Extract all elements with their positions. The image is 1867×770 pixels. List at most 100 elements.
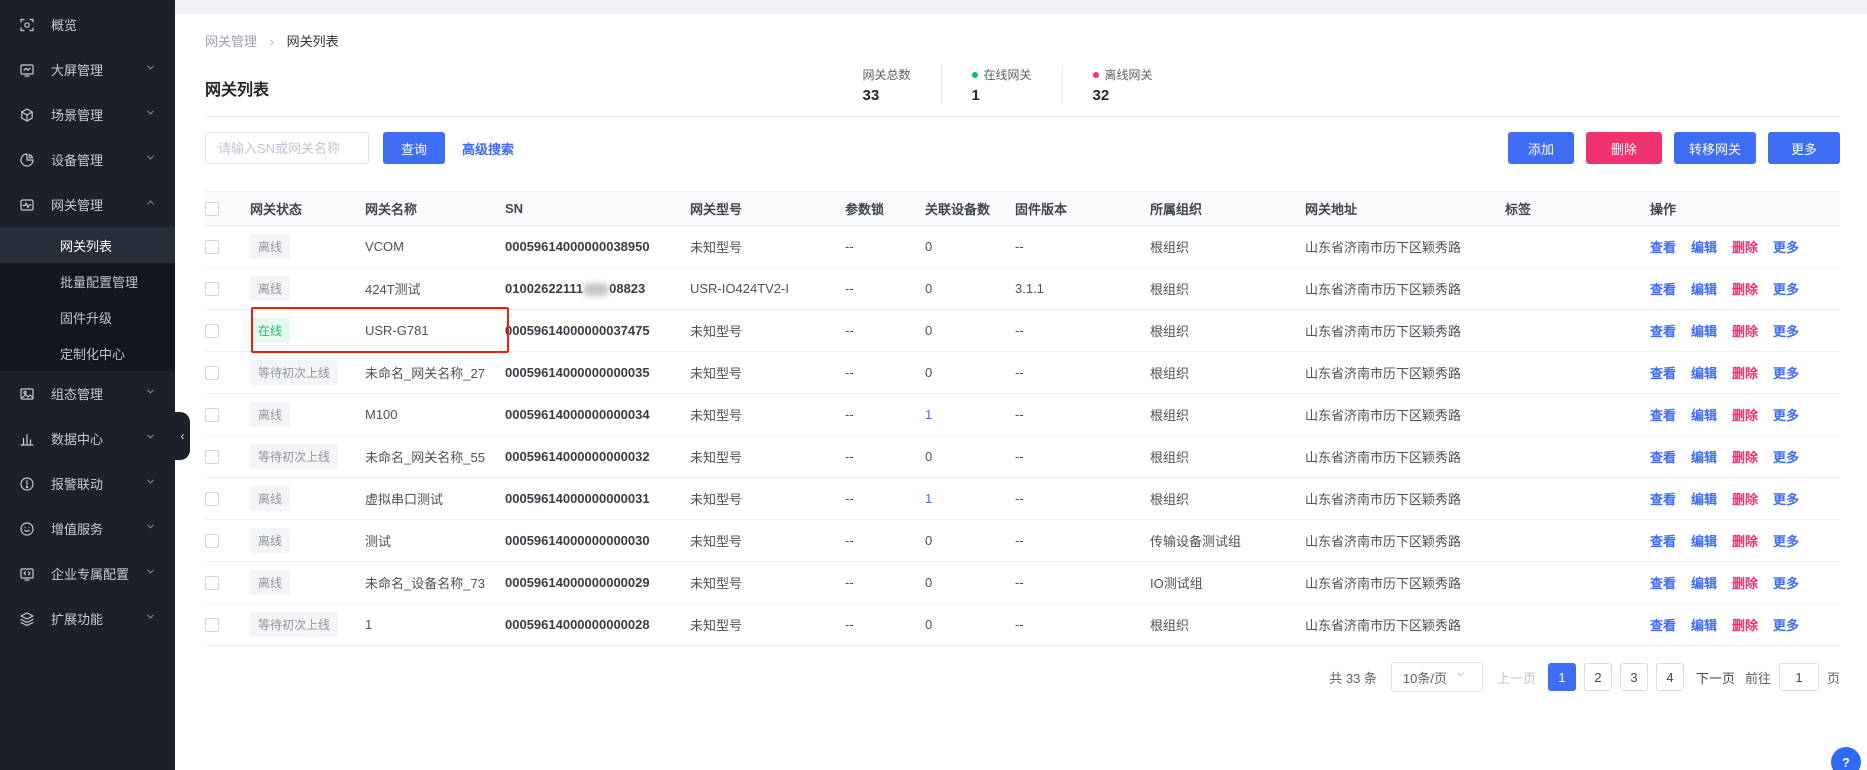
sidebar-item-value-added-service[interactable]: 增值服务 [0,506,175,551]
page-button-3[interactable]: 3 [1620,663,1648,691]
select-all-checkbox[interactable] [205,202,219,216]
breadcrumb-parent[interactable]: 网关管理 [205,34,257,49]
delete-link[interactable]: 删除 [1732,450,1758,465]
delete-link[interactable]: 删除 [1732,366,1758,381]
edit-link[interactable]: 编辑 [1691,366,1717,381]
view-link[interactable]: 查看 [1650,576,1676,591]
advanced-search-link[interactable]: 高级搜索 [462,139,514,158]
row-checkbox[interactable] [205,492,219,506]
add-button[interactable]: 添加 [1508,132,1574,164]
edit-link[interactable]: 编辑 [1691,282,1717,297]
row-checkbox[interactable] [205,282,219,296]
delete-link[interactable]: 删除 [1732,408,1758,423]
row-checkbox[interactable] [205,618,219,632]
sidebar-item-device-management[interactable]: 设备管理 [0,137,175,182]
sidebar-item-overview[interactable]: 概览 [0,2,175,47]
cell-model: 未知型号 [690,604,845,646]
cell-device-count: 1 [925,394,1015,436]
prev-page-button[interactable]: 上一页 [1497,668,1536,687]
delete-link[interactable]: 删除 [1732,282,1758,297]
cell-sn: 00059614000000000030 [505,520,690,562]
view-link[interactable]: 查看 [1650,240,1676,255]
row-checkbox[interactable] [205,534,219,548]
sidebar-item-enterprise-config[interactable]: 企业专属配置 [0,551,175,596]
sidebar-item-topology-management[interactable]: 组态管理 [0,371,175,416]
sidebar-item-extended-functions[interactable]: 扩展功能 [0,596,175,641]
edit-link[interactable]: 编辑 [1691,576,1717,591]
delete-link[interactable]: 删除 [1732,534,1758,549]
cell-checkbox [205,268,250,310]
delete-link[interactable]: 删除 [1732,492,1758,507]
cell-param-lock: -- [845,226,925,268]
more-link[interactable]: 更多 [1773,576,1799,591]
row-checkbox[interactable] [205,450,219,464]
chevron-down-icon [1455,669,1471,685]
help-float-button[interactable]: ? [1831,747,1861,770]
edit-link[interactable]: 编辑 [1691,408,1717,423]
goto-page-input[interactable] [1779,663,1819,691]
cell-param-lock: -- [845,520,925,562]
more-button[interactable]: 更多 [1768,132,1840,164]
cell-device-count: 0 [925,226,1015,268]
page-button-1[interactable]: 1 [1548,663,1576,691]
page-button-4[interactable]: 4 [1656,663,1684,691]
view-link[interactable]: 查看 [1650,534,1676,549]
delete-link[interactable]: 删除 [1732,240,1758,255]
view-link[interactable]: 查看 [1650,492,1676,507]
view-link[interactable]: 查看 [1650,618,1676,633]
row-checkbox[interactable] [205,576,219,590]
more-link[interactable]: 更多 [1773,324,1799,339]
sidebar-subitem-customization-center[interactable]: 定制化中心 [0,335,175,371]
more-link[interactable]: 更多 [1773,408,1799,423]
device-count[interactable]: 1 [925,407,932,422]
delete-link[interactable]: 删除 [1732,618,1758,633]
edit-link[interactable]: 编辑 [1691,450,1717,465]
more-link[interactable]: 更多 [1773,240,1799,255]
view-link[interactable]: 查看 [1650,282,1676,297]
sidebar-collapse-handle[interactable]: ‹ [175,412,190,460]
sidebar-subitem-firmware-upgrade[interactable]: 固件升级 [0,299,175,335]
edit-link[interactable]: 编辑 [1691,618,1717,633]
row-checkbox[interactable] [205,240,219,254]
sidebar-subitem-gateway-list[interactable]: 网关列表 [0,227,175,263]
delete-link[interactable]: 删除 [1732,324,1758,339]
more-link[interactable]: 更多 [1773,282,1799,297]
sidebar-item-data-center[interactable]: 数据中心 [0,416,175,461]
view-link[interactable]: 查看 [1650,366,1676,381]
search-input[interactable] [205,132,369,164]
edit-link[interactable]: 编辑 [1691,324,1717,339]
row-checkbox[interactable] [205,408,219,422]
page-button-2[interactable]: 2 [1584,663,1612,691]
more-link[interactable]: 更多 [1773,534,1799,549]
query-button[interactable]: 查询 [383,132,445,164]
row-checkbox[interactable] [205,324,219,338]
transfer-gateway-button[interactable]: 转移网关 [1674,132,1756,164]
more-link[interactable]: 更多 [1773,366,1799,381]
delete-button[interactable]: 删除 [1586,132,1662,164]
status-badge: 等待初次上线 [250,612,338,637]
view-link[interactable]: 查看 [1650,408,1676,423]
delete-link[interactable]: 删除 [1732,576,1758,591]
sidebar-subitem-batch-config-management[interactable]: 批量配置管理 [0,263,175,299]
view-link[interactable]: 查看 [1650,450,1676,465]
chevron-down-icon [145,152,161,168]
next-page-button[interactable]: 下一页 [1696,668,1735,687]
cell-checkbox [205,394,250,436]
device-count[interactable]: 1 [925,491,932,506]
sidebar-item-alarm-linkage[interactable]: 报警联动 [0,461,175,506]
edit-link[interactable]: 编辑 [1691,534,1717,549]
cell-firmware: -- [1015,310,1150,352]
sidebar-item-gateway-management[interactable]: 网关管理 [0,182,175,227]
view-link[interactable]: 查看 [1650,324,1676,339]
row-checkbox[interactable] [205,366,219,380]
table-row: 离线424T测试0100262211108823USR-IO424TV2-I--… [205,268,1840,310]
sidebar-item-screen-management[interactable]: 大屏管理 [0,47,175,92]
cell-checkbox [205,604,250,646]
sidebar-item-scene-management[interactable]: 场景管理 [0,92,175,137]
page-size-select[interactable]: 10条/页 [1391,662,1483,692]
edit-link[interactable]: 编辑 [1691,240,1717,255]
more-link[interactable]: 更多 [1773,450,1799,465]
edit-link[interactable]: 编辑 [1691,492,1717,507]
more-link[interactable]: 更多 [1773,492,1799,507]
more-link[interactable]: 更多 [1773,618,1799,633]
